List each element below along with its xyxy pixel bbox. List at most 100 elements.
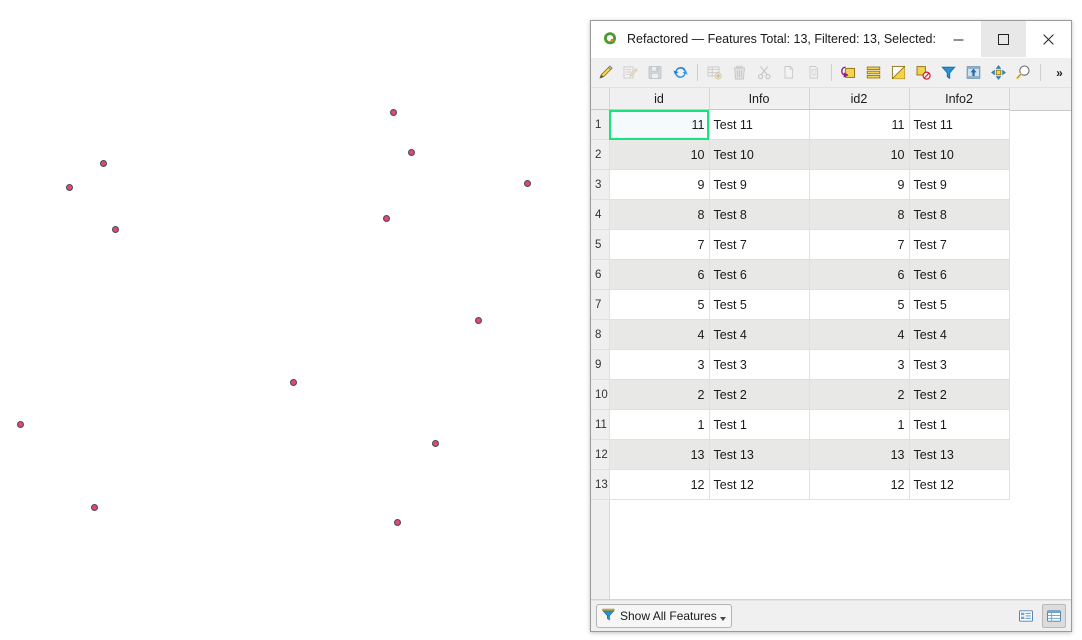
table-cell-info[interactable]: Test 4 — [709, 319, 810, 350]
map-point[interactable] — [475, 317, 482, 324]
row-number-header[interactable]: 5 — [591, 229, 610, 260]
row-number-header[interactable]: 8 — [591, 319, 610, 350]
map-point[interactable] — [394, 519, 401, 526]
map-point[interactable] — [66, 184, 73, 191]
table-cell-info[interactable]: Test 9 — [709, 169, 810, 200]
map-point[interactable] — [17, 421, 24, 428]
row-number-header[interactable]: 4 — [591, 199, 610, 230]
table-row[interactable]: 5 7 Test 7 7 Test 7 — [591, 229, 1010, 260]
row-number-header[interactable]: 12 — [591, 439, 610, 470]
table-cell-info[interactable]: Test 10 — [709, 139, 810, 170]
column-header-id[interactable]: id — [609, 88, 710, 110]
map-point[interactable] — [390, 109, 397, 116]
table-row[interactable]: 7 5 Test 5 5 Test 5 — [591, 289, 1010, 320]
map-point[interactable] — [112, 226, 119, 233]
table-cell-id2[interactable]: 9 — [809, 169, 910, 200]
table-cell-id2[interactable]: 13 — [809, 439, 910, 470]
table-cell-id[interactable]: 1 — [609, 409, 710, 440]
save-edits-icon[interactable] — [643, 60, 668, 85]
table-cell-id2[interactable]: 8 — [809, 199, 910, 230]
row-number-header[interactable]: 6 — [591, 259, 610, 290]
table-row[interactable]: 8 4 Test 4 4 Test 4 — [591, 319, 1010, 350]
table-cell-info[interactable]: Test 12 — [709, 469, 810, 500]
table-cell-info2[interactable]: Test 5 — [909, 289, 1010, 320]
table-row[interactable]: 9 3 Test 3 3 Test 3 — [591, 349, 1010, 380]
chevron-down-icon[interactable] — [719, 617, 726, 621]
reload-table-icon[interactable] — [668, 60, 693, 85]
table-cell-info2[interactable]: Test 9 — [909, 169, 1010, 200]
table-cell-info2[interactable]: Test 12 — [909, 469, 1010, 500]
table-cell-id2[interactable]: 1 — [809, 409, 910, 440]
table-cell-info2[interactable]: Test 1 — [909, 409, 1010, 440]
minimize-button[interactable] — [936, 21, 981, 57]
deselect-all-icon[interactable] — [911, 60, 936, 85]
show-all-features-button[interactable]: Show All Features — [596, 604, 732, 628]
table-cell-id[interactable]: 9 — [609, 169, 710, 200]
row-number-header[interactable]: 1 — [591, 109, 610, 140]
cut-features-icon[interactable] — [752, 60, 777, 85]
map-point[interactable] — [524, 180, 531, 187]
table-cell-id2[interactable]: 10 — [809, 139, 910, 170]
row-number-header[interactable]: 9 — [591, 349, 610, 380]
table-cell-info[interactable]: Test 11 — [709, 109, 810, 140]
table-row[interactable]: 11 1 Test 1 1 Test 1 — [591, 409, 1010, 440]
table-cell-id2[interactable]: 2 — [809, 379, 910, 410]
pan-to-selection-icon[interactable] — [986, 60, 1011, 85]
table-cell-info2[interactable]: Test 11 — [909, 109, 1010, 140]
table-cell-info[interactable]: Test 7 — [709, 229, 810, 260]
map-point[interactable] — [91, 504, 98, 511]
table-view-button[interactable] — [1042, 604, 1066, 628]
table-cell-info2[interactable]: Test 4 — [909, 319, 1010, 350]
table-row[interactable]: 3 9 Test 9 9 Test 9 — [591, 169, 1010, 200]
table-cell-id[interactable]: 8 — [609, 199, 710, 230]
table-cell-id2[interactable]: 6 — [809, 259, 910, 290]
table-cell-info2[interactable]: Test 7 — [909, 229, 1010, 260]
close-button[interactable] — [1026, 21, 1071, 57]
table-cell-info[interactable]: Test 3 — [709, 349, 810, 380]
table-cell-id[interactable]: 6 — [609, 259, 710, 290]
add-feature-icon[interactable] — [702, 60, 727, 85]
form-view-button[interactable] — [1014, 604, 1038, 628]
table-cell-id[interactable]: 10 — [609, 139, 710, 170]
table-row[interactable]: 12 13 Test 13 13 Test 13 — [591, 439, 1010, 470]
row-number-header[interactable]: 11 — [591, 409, 610, 440]
table-cell-id2[interactable]: 4 — [809, 319, 910, 350]
table-row[interactable]: 4 8 Test 8 8 Test 8 — [591, 199, 1010, 230]
table-cell-info[interactable]: Test 5 — [709, 289, 810, 320]
filter-selection-icon[interactable] — [936, 60, 961, 85]
column-header-info2[interactable]: Info2 — [909, 88, 1010, 110]
table-row[interactable]: 13 12 Test 12 12 Test 12 — [591, 469, 1010, 500]
table-cell-id2[interactable]: 7 — [809, 229, 910, 260]
map-point[interactable] — [383, 215, 390, 222]
table-cell-info[interactable]: Test 13 — [709, 439, 810, 470]
select-by-expression-icon[interactable] — [836, 60, 861, 85]
table-cell-id[interactable]: 4 — [609, 319, 710, 350]
table-cell-info[interactable]: Test 8 — [709, 199, 810, 230]
row-number-header[interactable]: 10 — [591, 379, 610, 410]
table-cell-id[interactable]: 3 — [609, 349, 710, 380]
table-cell-info[interactable]: Test 1 — [709, 409, 810, 440]
row-number-header[interactable]: 7 — [591, 289, 610, 320]
title-bar[interactable]: Refactored — Features Total: 13, Filtere… — [591, 21, 1071, 58]
table-row[interactable]: 10 2 Test 2 2 Test 2 — [591, 379, 1010, 410]
table-cell-id2[interactable]: 5 — [809, 289, 910, 320]
row-number-header[interactable]: 13 — [591, 469, 610, 500]
select-all-icon[interactable] — [861, 60, 886, 85]
table-cell-info2[interactable]: Test 10 — [909, 139, 1010, 170]
maximize-button[interactable] — [981, 21, 1026, 57]
column-header-info[interactable]: Info — [709, 88, 810, 110]
delete-selected-icon[interactable] — [727, 60, 752, 85]
map-point[interactable] — [432, 440, 439, 447]
table-cell-info[interactable]: Test 2 — [709, 379, 810, 410]
map-point[interactable] — [408, 149, 415, 156]
table-cell-info2[interactable]: Test 8 — [909, 199, 1010, 230]
move-selection-to-top-icon[interactable] — [961, 60, 986, 85]
table-cell-info2[interactable]: Test 3 — [909, 349, 1010, 380]
table-cell-info[interactable]: Test 6 — [709, 259, 810, 290]
zoom-to-selection-icon[interactable] — [1011, 60, 1036, 85]
map-point[interactable] — [290, 379, 297, 386]
table-cell-id[interactable]: 2 — [609, 379, 710, 410]
copy-features-icon[interactable] — [777, 60, 802, 85]
toggle-editing-icon[interactable] — [593, 60, 618, 85]
edit-multiple-fields-icon[interactable] — [618, 60, 643, 85]
